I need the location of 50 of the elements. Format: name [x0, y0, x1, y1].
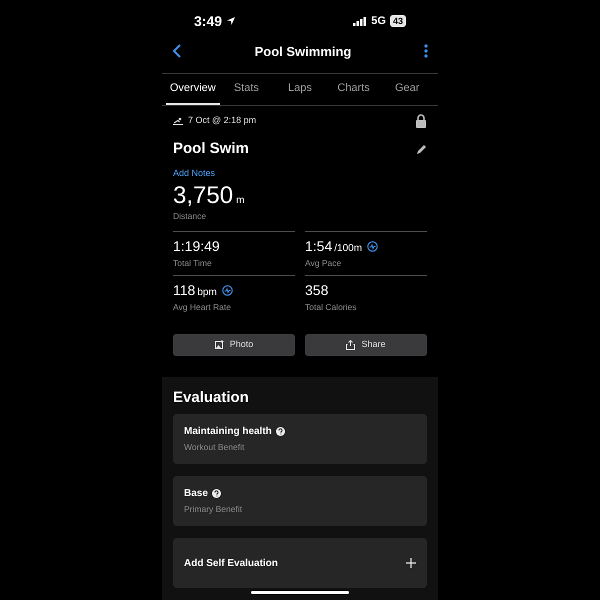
screen-title: Pool Swimming	[254, 42, 352, 61]
distance-label: Distance	[172, 210, 208, 222]
activity-name: Pool Swim	[173, 138, 249, 159]
swimmer-icon	[173, 116, 183, 125]
pencil-icon[interactable]	[416, 144, 427, 154]
distance-value: 3,750	[173, 182, 234, 210]
back-icon[interactable]	[172, 43, 182, 60]
distance-unit: m	[236, 194, 244, 208]
tab[interactable]: Laps	[273, 74, 327, 106]
action-button[interactable]: Share	[305, 334, 427, 356]
stat-label: Total Time	[173, 256, 213, 270]
stat-value: 1:54	[305, 236, 332, 256]
stat-label: Avg Heart Rate	[173, 300, 232, 314]
help-icon[interactable]	[276, 427, 285, 436]
add-photo-icon	[214, 340, 224, 349]
help-icon[interactable]	[212, 489, 221, 498]
card-subtitle: Primary Benefit	[184, 503, 242, 516]
signal-icon	[353, 16, 368, 26]
card-subtitle: Workout Benefit	[184, 441, 246, 454]
add-notes-link[interactable]: Add Notes	[162, 167, 226, 181]
section-heading: Evaluation	[173, 388, 250, 408]
evaluation-card[interactable]: Add Self Evaluation	[173, 538, 427, 588]
data-source-icon[interactable]	[367, 240, 378, 252]
stat-value: 1:19:49	[173, 236, 220, 256]
more-options-icon[interactable]	[424, 44, 428, 58]
evaluation-card[interactable]: Maintaining health Workout Benefit	[173, 414, 427, 464]
tab[interactable]: Stats	[220, 74, 274, 106]
stat-label: Total Calories	[305, 300, 358, 314]
card-title: Maintaining health	[184, 425, 272, 440]
stat-unit: bpm	[197, 286, 217, 300]
share-icon	[346, 340, 356, 350]
status-time: 3:49	[194, 12, 222, 31]
data-source-icon[interactable]	[222, 284, 233, 296]
evaluation-card[interactable]: Base Primary Benefit	[173, 476, 427, 526]
stat-value: 118	[173, 280, 196, 300]
stat-label: Avg Pace	[305, 256, 342, 270]
tab[interactable]: Gear	[380, 74, 434, 106]
stat-unit: /100m	[334, 242, 362, 256]
card-title: Base	[184, 487, 208, 502]
activity-date: 7 Oct @ 2:18 pm	[188, 114, 256, 128]
card-title: Add Self Evaluation	[184, 556, 278, 570]
lock-icon[interactable]	[415, 114, 427, 128]
plus-icon[interactable]	[406, 558, 416, 568]
battery-indicator: 43	[390, 15, 406, 28]
network-label: 5G	[371, 14, 386, 30]
stat-value: 358	[305, 280, 328, 300]
tab[interactable]: Charts	[326, 74, 380, 106]
tab[interactable]: Overview	[166, 74, 220, 106]
action-button[interactable]: Photo	[173, 334, 295, 356]
location-arrow-icon	[226, 16, 236, 26]
